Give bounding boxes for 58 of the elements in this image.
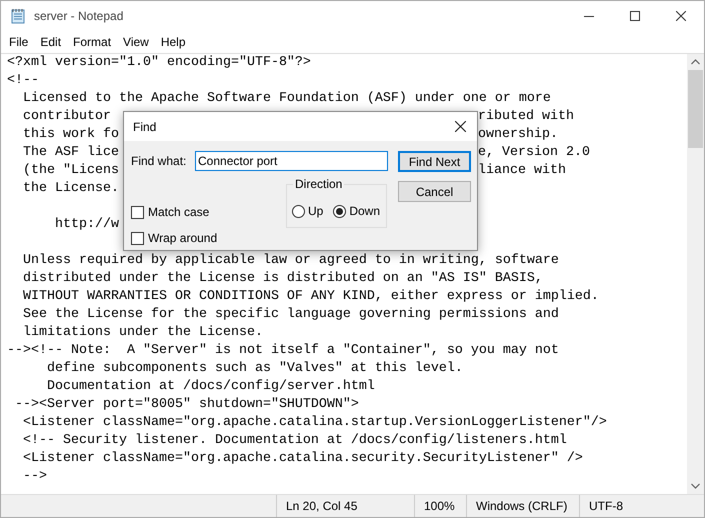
notepad-icon [10, 8, 26, 24]
code-line: <!-- [7, 72, 39, 90]
close-icon [454, 121, 466, 132]
code-line: ownership. [478, 126, 558, 144]
menu-item[interactable]: View [117, 32, 155, 52]
group-label: Direction [293, 177, 344, 191]
code-line: the License. [22, 180, 119, 198]
code-line: See the License for the specific language governing permissions and [22, 306, 559, 324]
code-line: liance with [478, 162, 566, 180]
find-next-button[interactable]: Find Next [398, 151, 471, 172]
code-line: distributed under the License is distributed on an "AS IS" BASIS, [22, 270, 543, 288]
checkbox[interactable] [131, 232, 144, 244]
code-line: <?xml version="1.0" encoding="UTF-8"?> [7, 54, 311, 72]
status-text: Windows (CRLF) [476, 498, 568, 515]
code-line: The ASF lice [22, 145, 119, 160]
status-text: Ln 20, Col 45 [286, 498, 358, 515]
code-line: this work fo [22, 127, 119, 142]
code-line: --><!-- Note: A "Server" is not itself a "Container", so you may not [7, 342, 559, 360]
cancel-button[interactable]: Cancel [398, 181, 471, 202]
checkbox[interactable] [131, 206, 144, 218]
code-line: Unless required by applicable law or agreed to in writing, software [22, 252, 559, 270]
field-label: Find what: [131, 153, 188, 170]
status-text: 100% [424, 498, 455, 515]
checkbox-label: Wrap around [148, 230, 218, 247]
window-title: server - Notepad [34, 8, 124, 25]
find-what-field[interactable]: Connector port [195, 151, 388, 171]
code-line: contributor [22, 109, 111, 124]
code-line: ributed with [478, 108, 574, 126]
dialog-title: Find [133, 118, 156, 136]
code-line: --><Server port="8005" shutdown="SHUTDOWN"> [14, 396, 359, 414]
code-line: WITHOUT WARRANTIES OR CONDITIONS OF ANY KIND, either express or implied. [22, 288, 599, 306]
radio-label: Up [308, 203, 324, 220]
code-line: <!-- Security listener. Documentation at /docs/config/listeners.html [22, 432, 567, 450]
maximize-icon [630, 11, 640, 21]
status-text: UTF-8 [589, 498, 623, 515]
code-line: limitations under the License. [22, 324, 263, 342]
code-line: define subcomponents such as "Valves" at this level. [46, 360, 463, 378]
radio-label: Down [349, 203, 380, 220]
code-line: http://w [54, 216, 119, 234]
scroll-up-icon[interactable] [691, 59, 700, 65]
checkbox-label: Match case [148, 204, 210, 221]
code-line: Documentation at /docs/config/server.html [46, 378, 375, 396]
code-line: Licensed to the Apache Software Foundation (ASF) under one or more [22, 90, 551, 108]
menu-item[interactable]: Format [67, 32, 118, 52]
menu-item[interactable]: Help [154, 32, 192, 52]
code-line: e, Version 2.0 [478, 144, 590, 162]
close-icon [676, 11, 686, 21]
radio-button[interactable] [333, 204, 346, 218]
scrollbar[interactable] [687, 54, 704, 494]
scrollbar-thumb[interactable] [688, 70, 703, 148]
code-line: --> [22, 468, 47, 486]
scroll-down-icon[interactable] [691, 483, 700, 489]
menu-item[interactable]: File [3, 32, 34, 52]
radio-button[interactable] [292, 204, 305, 218]
code-line: <Listener className="org.apache.catalina.security.SecurityListener" /> [22, 450, 583, 468]
code-line: (the "Licens [22, 163, 119, 178]
code-line: <Listener className="org.apache.catalina.startup.VersionLoggerListener"/> [22, 414, 607, 432]
menu-item[interactable]: Edit [34, 32, 68, 52]
